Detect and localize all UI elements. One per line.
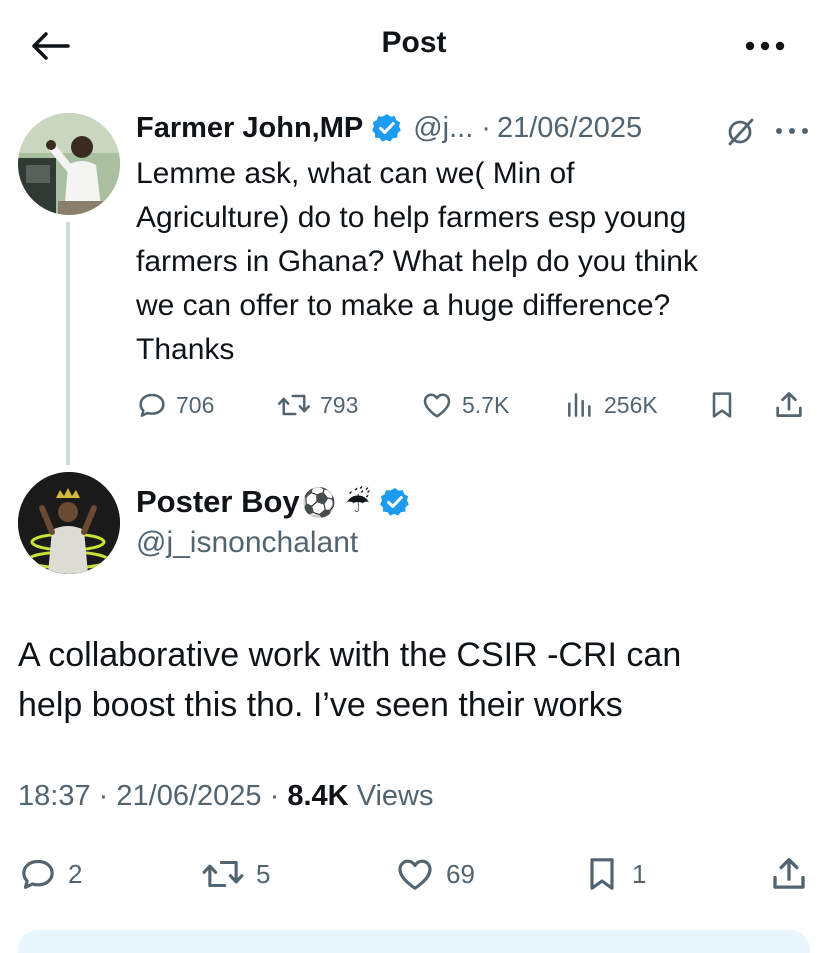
- post-date: 21/06/2025: [116, 780, 262, 812]
- author-name[interactable]: Farmer John,MP: [136, 112, 363, 145]
- heart-icon: [398, 859, 432, 890]
- page-title: Post: [381, 26, 447, 59]
- reply-count: 2: [68, 858, 83, 889]
- separator: ·: [481, 111, 491, 144]
- bookmark-button[interactable]: [706, 387, 746, 423]
- separator: ·: [269, 780, 280, 812]
- reply-post-text: A collaborative work with the CSIR -CRI …: [18, 636, 682, 724]
- reply-count: 706: [176, 391, 215, 418]
- thread-line: [66, 222, 70, 465]
- reply-post-actions: 2 5 69 1: [0, 852, 828, 896]
- bookmark-button[interactable]: 1: [582, 852, 646, 896]
- repost-button[interactable]: 793: [276, 387, 358, 423]
- parent-post-actions: 706 793 5.7K 256K: [0, 387, 828, 427]
- verified-badge-icon: [379, 488, 409, 516]
- views-button[interactable]: 256K: [564, 387, 658, 423]
- avatar-image: [18, 113, 120, 215]
- like-count: 69: [446, 858, 475, 889]
- bookmark-icon: [590, 858, 614, 890]
- post-time: 18:37: [18, 780, 91, 812]
- author-handle[interactable]: @j_isnonchalant: [136, 526, 411, 560]
- like-button[interactable]: 5.7K: [420, 387, 509, 423]
- post-meta: 18:37 · 21/06/2025 · 8.4K Views: [18, 780, 434, 813]
- avatar-farmer-john[interactable]: [18, 113, 120, 215]
- reply-button[interactable]: 706: [136, 387, 214, 423]
- bookmark-count: 1: [632, 858, 647, 889]
- repost-button[interactable]: 5: [200, 852, 270, 896]
- more-horizontal-icon: [745, 41, 785, 51]
- share-button[interactable]: [768, 852, 820, 896]
- share-button[interactable]: [772, 387, 814, 423]
- reply-button[interactable]: 2: [18, 852, 82, 896]
- more-button[interactable]: [742, 28, 788, 64]
- parent-post-text: Lemme ask, what can we( Min of Agricultu…: [136, 157, 698, 366]
- top-bar: Post: [0, 0, 828, 90]
- views-label: Views: [356, 780, 434, 812]
- share-icon: [776, 392, 802, 417]
- separator: ·: [98, 780, 109, 812]
- post-date[interactable]: 21/06/2025: [497, 112, 642, 145]
- share-icon: [773, 857, 805, 889]
- post-more-button[interactable]: [772, 116, 812, 146]
- author-handle[interactable]: @j...: [413, 112, 473, 145]
- heart-icon: [423, 393, 451, 418]
- reply-icon: [22, 859, 54, 889]
- avatar-image: [18, 472, 120, 574]
- views-total[interactable]: 8.4K: [287, 780, 348, 812]
- repost-icon: [277, 394, 311, 416]
- grok-icon[interactable]: [722, 114, 758, 150]
- reply-post-header: Poster Boy ⚽ ☔ @j_isnonchalant: [136, 480, 411, 560]
- repost-count: 5: [256, 858, 271, 889]
- analytics-icon: [568, 393, 591, 417]
- like-button[interactable]: 69: [394, 852, 475, 896]
- bookmark-icon: [712, 392, 732, 418]
- repost-icon: [202, 860, 244, 888]
- name-emojis: ⚽ ☔: [301, 485, 371, 519]
- parent-post-header: Farmer John,MP @j... · 21/06/2025: [136, 108, 642, 148]
- reply-composer-strip[interactable]: [18, 930, 810, 953]
- avatar-poster-boy[interactable]: [18, 472, 120, 574]
- like-count: 5.7K: [462, 391, 510, 418]
- more-horizontal-icon: [776, 128, 808, 134]
- verified-badge-icon: [372, 114, 402, 142]
- views-count: 256K: [604, 391, 658, 418]
- reply-icon: [139, 393, 165, 417]
- author-name[interactable]: Poster Boy: [136, 484, 300, 520]
- repost-count: 793: [320, 391, 359, 418]
